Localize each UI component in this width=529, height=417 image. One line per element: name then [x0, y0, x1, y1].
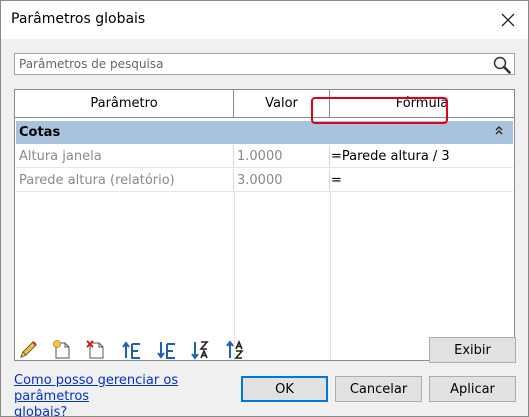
search-icon[interactable] [492, 55, 512, 74]
delete-parameter-button[interactable] [85, 339, 107, 361]
move-down-icon [157, 342, 175, 359]
cancel-button[interactable]: Cancelar [335, 376, 422, 402]
title-bar: Parâmetros globais [1, 1, 528, 39]
help-link[interactable]: Como posso gerenciar os parâmetros globa… [14, 373, 254, 417]
collapse-icon[interactable] [494, 125, 504, 135]
help-link-line1[interactable]: Como posso gerenciar os parâmetros [14, 373, 178, 404]
ok-button[interactable]: OK [241, 376, 328, 402]
parameter-formula-cell[interactable]: =Parede altura / 3 [330, 145, 513, 167]
search-input[interactable] [15, 54, 485, 74]
search-box [14, 53, 515, 75]
column-divider [234, 193, 235, 360]
new-parameter-button[interactable] [51, 339, 73, 361]
global-parameters-dialog: Parâmetros globais Parâmetro Valor Fórmu… [0, 0, 529, 417]
column-divider [330, 193, 331, 360]
parameter-value-cell[interactable]: 1.0000 [234, 145, 330, 167]
sort-descending-button[interactable] [226, 339, 248, 361]
table-row[interactable]: Parede altura (relatório) 3.0000 = [16, 169, 513, 192]
close-button[interactable] [494, 7, 522, 33]
parameters-table: Parâmetro Valor Fórmula Cotas Altura jan… [14, 89, 515, 361]
help-link-line2[interactable]: globais? [14, 405, 67, 417]
apply-button[interactable]: Aplicar [429, 376, 516, 402]
edit-parameter-button[interactable] [17, 339, 39, 361]
move-down-button[interactable] [156, 339, 178, 361]
sort-ascending-button[interactable] [191, 339, 213, 361]
move-up-button[interactable] [121, 339, 143, 361]
dialog-title: Parâmetros globais [11, 11, 146, 27]
parameter-formula-cell[interactable]: = [330, 169, 513, 191]
dialog-content: Parâmetro Valor Fórmula Cotas Altura jan… [1, 39, 528, 417]
parameter-name-cell[interactable]: Parede altura (relatório) [16, 169, 234, 191]
formula-highlight-box [311, 97, 448, 124]
parameter-name-cell[interactable]: Altura janela [16, 145, 234, 167]
parameter-value-cell[interactable]: 3.0000 [234, 169, 330, 191]
edit-pencil-icon [20, 341, 37, 358]
close-icon [501, 13, 515, 27]
column-header-parameter[interactable]: Parâmetro [15, 90, 234, 117]
sort-descending-icon [226, 339, 244, 359]
table-row[interactable]: Altura janela 1.0000 =Parede altura / 3 [16, 145, 513, 168]
sort-ascending-icon [191, 341, 209, 360]
group-label: Cotas [19, 125, 61, 140]
new-parameter-icon [53, 340, 70, 359]
show-button[interactable]: Exibir [429, 337, 516, 363]
delete-parameter-icon [86, 340, 104, 359]
move-up-icon [122, 341, 140, 359]
group-row-cotas[interactable]: Cotas [16, 121, 513, 144]
